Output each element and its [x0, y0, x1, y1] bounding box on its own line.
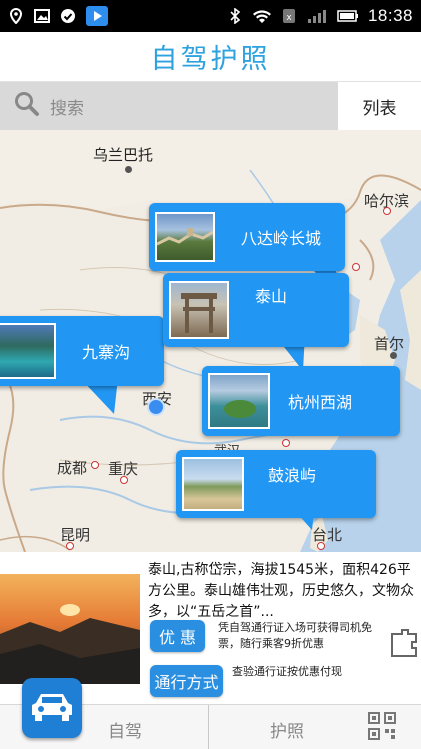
signal-icon	[306, 8, 328, 24]
city-marker	[282, 439, 290, 447]
puzzle-icon[interactable]	[390, 628, 418, 658]
discount-note: 凭自驾通行证入场可获得司机免票，随行乘客9折优惠	[218, 621, 372, 650]
play-store-icon	[86, 6, 108, 26]
access-note: 查验通行证按优惠付现	[232, 665, 342, 678]
status-bar: x 18:38	[0, 0, 421, 32]
city-marker	[317, 542, 325, 550]
tab-divider	[208, 705, 209, 749]
qr-code-icon[interactable]	[368, 712, 396, 740]
discount-button[interactable]: 优 惠	[150, 620, 205, 652]
spot-name: 八达岭长城	[241, 229, 322, 248]
city-marker	[383, 207, 391, 215]
location-icon	[8, 8, 24, 24]
spot-photo	[0, 574, 140, 684]
city-label: 乌兰巴托	[93, 146, 154, 164]
city-label: 昆明	[60, 526, 91, 544]
spot-name: 泰山	[255, 287, 288, 306]
city-marker	[125, 166, 132, 173]
jiuzhaigou-lake-photo	[0, 323, 56, 379]
city-marker	[91, 461, 99, 469]
gulangyu-beach-photo	[182, 457, 244, 511]
city-label: 首尔	[374, 335, 405, 353]
tab-passport[interactable]: 护照	[270, 717, 304, 742]
bluetooth-icon	[227, 8, 243, 24]
spot-name: 九寨沟	[82, 343, 131, 362]
spot-name: 杭州西湖	[288, 393, 353, 412]
west-lake-photo	[208, 373, 270, 429]
check-circle-icon	[60, 8, 76, 24]
map-view[interactable]: 乌兰巴托 哈尔滨 首尔 西安 成都 重庆 昆明 台北 武汉 八达岭长城	[0, 130, 421, 552]
spot-description: 泰山,古称岱宗，海拔1545米，面积426平方公里。泰山雄伟壮观，历史悠久，文物…	[148, 562, 414, 620]
tab-self-drive[interactable]: 自驾	[108, 717, 142, 742]
search-placeholder: 搜索	[50, 98, 84, 119]
page-title: 自驾护照	[150, 44, 271, 75]
svg-text:x: x	[286, 13, 292, 23]
app-header: 自驾护照	[0, 32, 421, 82]
access-method-button[interactable]: 通行方式	[150, 665, 223, 697]
bubble-tail	[296, 512, 314, 530]
city-label: 台北	[312, 526, 343, 544]
self-drive-button[interactable]	[22, 678, 82, 738]
city-marker	[352, 263, 360, 271]
sim-icon: x	[281, 8, 297, 24]
wifi-icon	[252, 8, 272, 24]
image-icon	[34, 8, 50, 24]
car-icon	[30, 689, 74, 727]
city-marker	[390, 352, 397, 359]
my-location-dot	[147, 398, 165, 416]
search-row: 搜索 列表	[0, 82, 421, 130]
spot-name: 鼓浪屿	[268, 466, 317, 485]
list-view-button[interactable]: 列表	[338, 82, 421, 130]
city-label: 成都	[57, 459, 88, 477]
clock-time: 18:38	[367, 6, 413, 25]
battery-icon	[337, 8, 359, 24]
city-marker	[120, 476, 128, 484]
search-input[interactable]: 搜索	[0, 82, 338, 130]
city-marker	[66, 542, 74, 550]
search-icon	[14, 91, 40, 121]
great-wall-photo	[155, 212, 215, 262]
mount-tai-gate-photo	[169, 281, 229, 339]
